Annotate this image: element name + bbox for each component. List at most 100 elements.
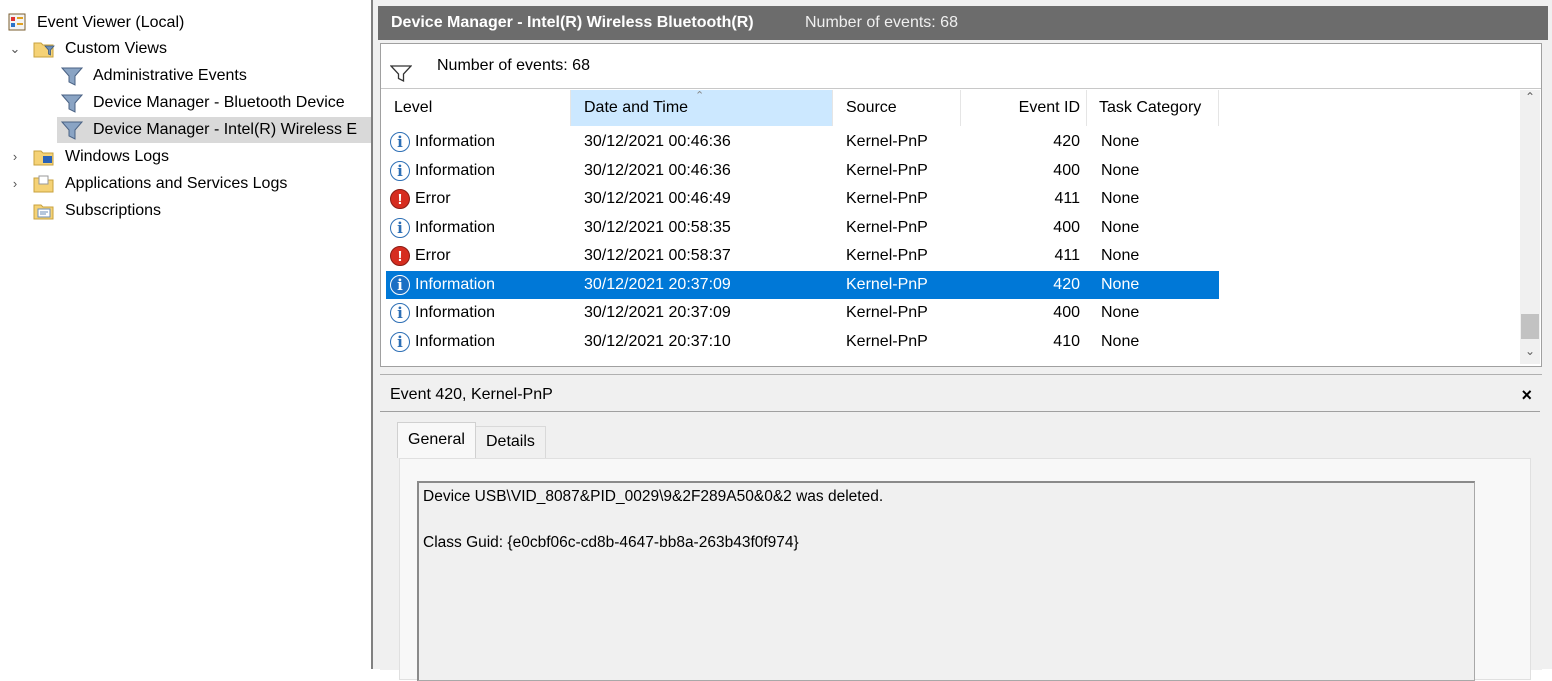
cell-level: Information: [415, 304, 496, 321]
cell-task-category: None: [1101, 218, 1140, 236]
tree-node-administrative-events[interactable]: Administrative Events: [0, 63, 371, 89]
cell-task-category: None: [1101, 190, 1140, 207]
column-header-row: Level ⌃ Date and Time Source Event ID Ta…: [381, 90, 1519, 126]
event-row[interactable]: i Information 30/12/2021 20:37:09 Kernel-Pn…: [386, 270, 1219, 299]
info-icon: i: [390, 274, 410, 295]
event-viewer-icon: [8, 13, 28, 31]
vertical-scrollbar[interactable]: ⌃ ⌄: [1520, 90, 1540, 364]
filter-icon: [60, 94, 84, 113]
event-detail-pane: Event 420, Kernel-PnP × General Details …: [380, 374, 1542, 681]
info-icon: i: [390, 217, 410, 238]
cell-date-and-time: 30/12/2021 00:46:36: [584, 133, 731, 150]
cell-event-id: 420: [1053, 275, 1080, 293]
tree-label: Device Manager - Bluetooth Device: [93, 94, 345, 111]
event-row[interactable]: ! Error 30/12/2021 00:46:49 Kernel-PnP 411 No…: [386, 185, 1219, 213]
tree-node-device-manager-intel-wireless[interactable]: Device Manager - Intel(R) Wireless E: [57, 117, 371, 143]
tree-node-device-manager-bluetooth[interactable]: Device Manager - Bluetooth Device: [0, 90, 371, 116]
tree-node-custom-views[interactable]: ⌄ Custom Views: [0, 36, 371, 62]
scroll-up-icon[interactable]: ⌃: [1520, 90, 1540, 110]
cell-task-category: None: [1101, 332, 1140, 350]
console-tree: Event Viewer (Local) ⌄ Custom Views Admi…: [0, 0, 371, 669]
cell-level: Information: [415, 332, 496, 350]
cell-event-id: 411: [1054, 247, 1080, 264]
info-icon: i: [390, 331, 410, 352]
tab-general[interactable]: General: [397, 422, 476, 458]
event-row[interactable]: ! Error 30/12/2021 00:58:37 Kernel-PnP 411 No…: [386, 242, 1219, 270]
tree-node-windows-logs[interactable]: › Windows Logs: [0, 144, 371, 170]
chevron-right-icon[interactable]: ›: [8, 171, 22, 197]
cell-date-and-time: 30/12/2021 00:58:35: [584, 218, 731, 236]
cell-event-id: 400: [1053, 161, 1080, 179]
cell-task-category: None: [1101, 247, 1140, 264]
filter-bar-text: Number of events: 68: [437, 57, 590, 74]
cell-level: Error: [415, 190, 451, 207]
filter-icon: [60, 67, 84, 86]
event-row[interactable]: i Information 30/12/2021 20:37:09 Kernel-Pn…: [386, 299, 1219, 327]
cell-source: Kernel-PnP: [846, 218, 928, 236]
view-title-bar: Device Manager - Intel(R) Wireless Bluet…: [378, 6, 1548, 40]
error-icon: !: [390, 246, 410, 266]
filter-icon: [60, 121, 84, 140]
view-title: Device Manager - Intel(R) Wireless Bluet…: [391, 14, 754, 31]
column-header-event-id[interactable]: Event ID: [961, 90, 1087, 126]
event-row[interactable]: i Information 30/12/2021 20:37:10 Kernel-Pn…: [386, 328, 1219, 356]
cell-source: Kernel-PnP: [846, 275, 928, 293]
cell-date-and-time: 30/12/2021 00:46:49: [584, 190, 731, 207]
cell-task-category: None: [1101, 304, 1140, 321]
event-row[interactable]: i Information 30/12/2021 00:46:36 Kernel-Pn…: [386, 157, 1219, 185]
subscriptions-icon: [33, 202, 54, 220]
tab-details[interactable]: Details: [475, 426, 546, 458]
tree-label: Subscriptions: [65, 202, 162, 219]
cell-level: Information: [415, 161, 496, 179]
cell-level: Error: [415, 247, 451, 264]
event-message-box[interactable]: Device USB\VID_8087&PID_0029\9&2F289A50&…: [417, 481, 1475, 681]
folder-filter-icon: [33, 40, 55, 58]
general-tab-body: Device USB\VID_8087&PID_0029\9&2F289A50&…: [399, 458, 1531, 681]
sort-ascending-icon: ⌃: [695, 90, 705, 102]
scrollbar-thumb[interactable]: [1521, 314, 1539, 339]
tree-label: Event Viewer (Local): [37, 14, 185, 31]
cell-event-id: 411: [1054, 190, 1080, 207]
tree-label: Device Manager - Intel(R) Wireless E: [93, 121, 358, 138]
divider: [381, 88, 1541, 89]
tree-node-subscriptions[interactable]: Subscriptions: [0, 198, 371, 224]
event-message-line: Device USB\VID_8087&PID_0029\9&2F289A50&…: [423, 488, 884, 505]
chevron-down-icon[interactable]: ⌄: [8, 36, 22, 62]
cell-date-and-time: 30/12/2021 20:37:09: [584, 304, 731, 321]
cell-source: Kernel-PnP: [846, 304, 928, 321]
folder-icon: [33, 175, 54, 193]
event-count: Number of events: 68: [805, 14, 958, 31]
events-list: Number of events: 68 Level ⌃ Date and Ti…: [380, 43, 1542, 367]
cell-date-and-time: 30/12/2021 20:37:10: [584, 332, 731, 350]
cell-source: Kernel-PnP: [846, 247, 928, 264]
cell-event-id: 400: [1053, 304, 1080, 321]
event-row[interactable]: i Information 30/12/2021 00:46:36 Kernel-Pn…: [386, 128, 1219, 156]
column-header-source[interactable]: Source: [833, 90, 961, 126]
detail-title: Event 420, Kernel-PnP: [390, 386, 553, 403]
column-header-level[interactable]: Level: [381, 90, 571, 126]
close-icon[interactable]: ×: [1521, 381, 1532, 409]
chevron-right-icon[interactable]: ›: [8, 144, 22, 170]
event-row[interactable]: i Information 30/12/2021 00:58:35 Kernel-Pn…: [386, 214, 1219, 242]
tree-node-event-viewer-local[interactable]: Event Viewer (Local): [0, 10, 371, 36]
column-header-date-and-time[interactable]: ⌃ Date and Time: [571, 90, 833, 126]
cell-source: Kernel-PnP: [846, 133, 928, 150]
scroll-down-icon[interactable]: ⌄: [1520, 344, 1540, 364]
cell-level: Information: [415, 218, 496, 236]
divider: [380, 411, 1540, 412]
tree-label: Applications and Services Logs: [65, 175, 288, 192]
cell-source: Kernel-PnP: [846, 190, 928, 207]
column-header-task-category[interactable]: Task Category: [1087, 90, 1219, 126]
column-header-label: Date and Time: [584, 99, 689, 116]
cell-source: Kernel-PnP: [846, 332, 928, 350]
cell-task-category: None: [1101, 275, 1140, 293]
info-icon: i: [390, 132, 410, 152]
cell-date-and-time: 30/12/2021 00:58:37: [584, 247, 731, 264]
info-icon: i: [390, 160, 410, 181]
tree-label: Administrative Events: [93, 67, 247, 84]
cell-event-id: 400: [1053, 218, 1080, 236]
cell-task-category: None: [1101, 161, 1140, 179]
folder-logs-icon: [33, 148, 54, 166]
cell-date-and-time: 30/12/2021 00:46:36: [584, 161, 731, 179]
tree-node-applications-and-services-logs[interactable]: › Applications and Services Logs: [0, 171, 371, 197]
